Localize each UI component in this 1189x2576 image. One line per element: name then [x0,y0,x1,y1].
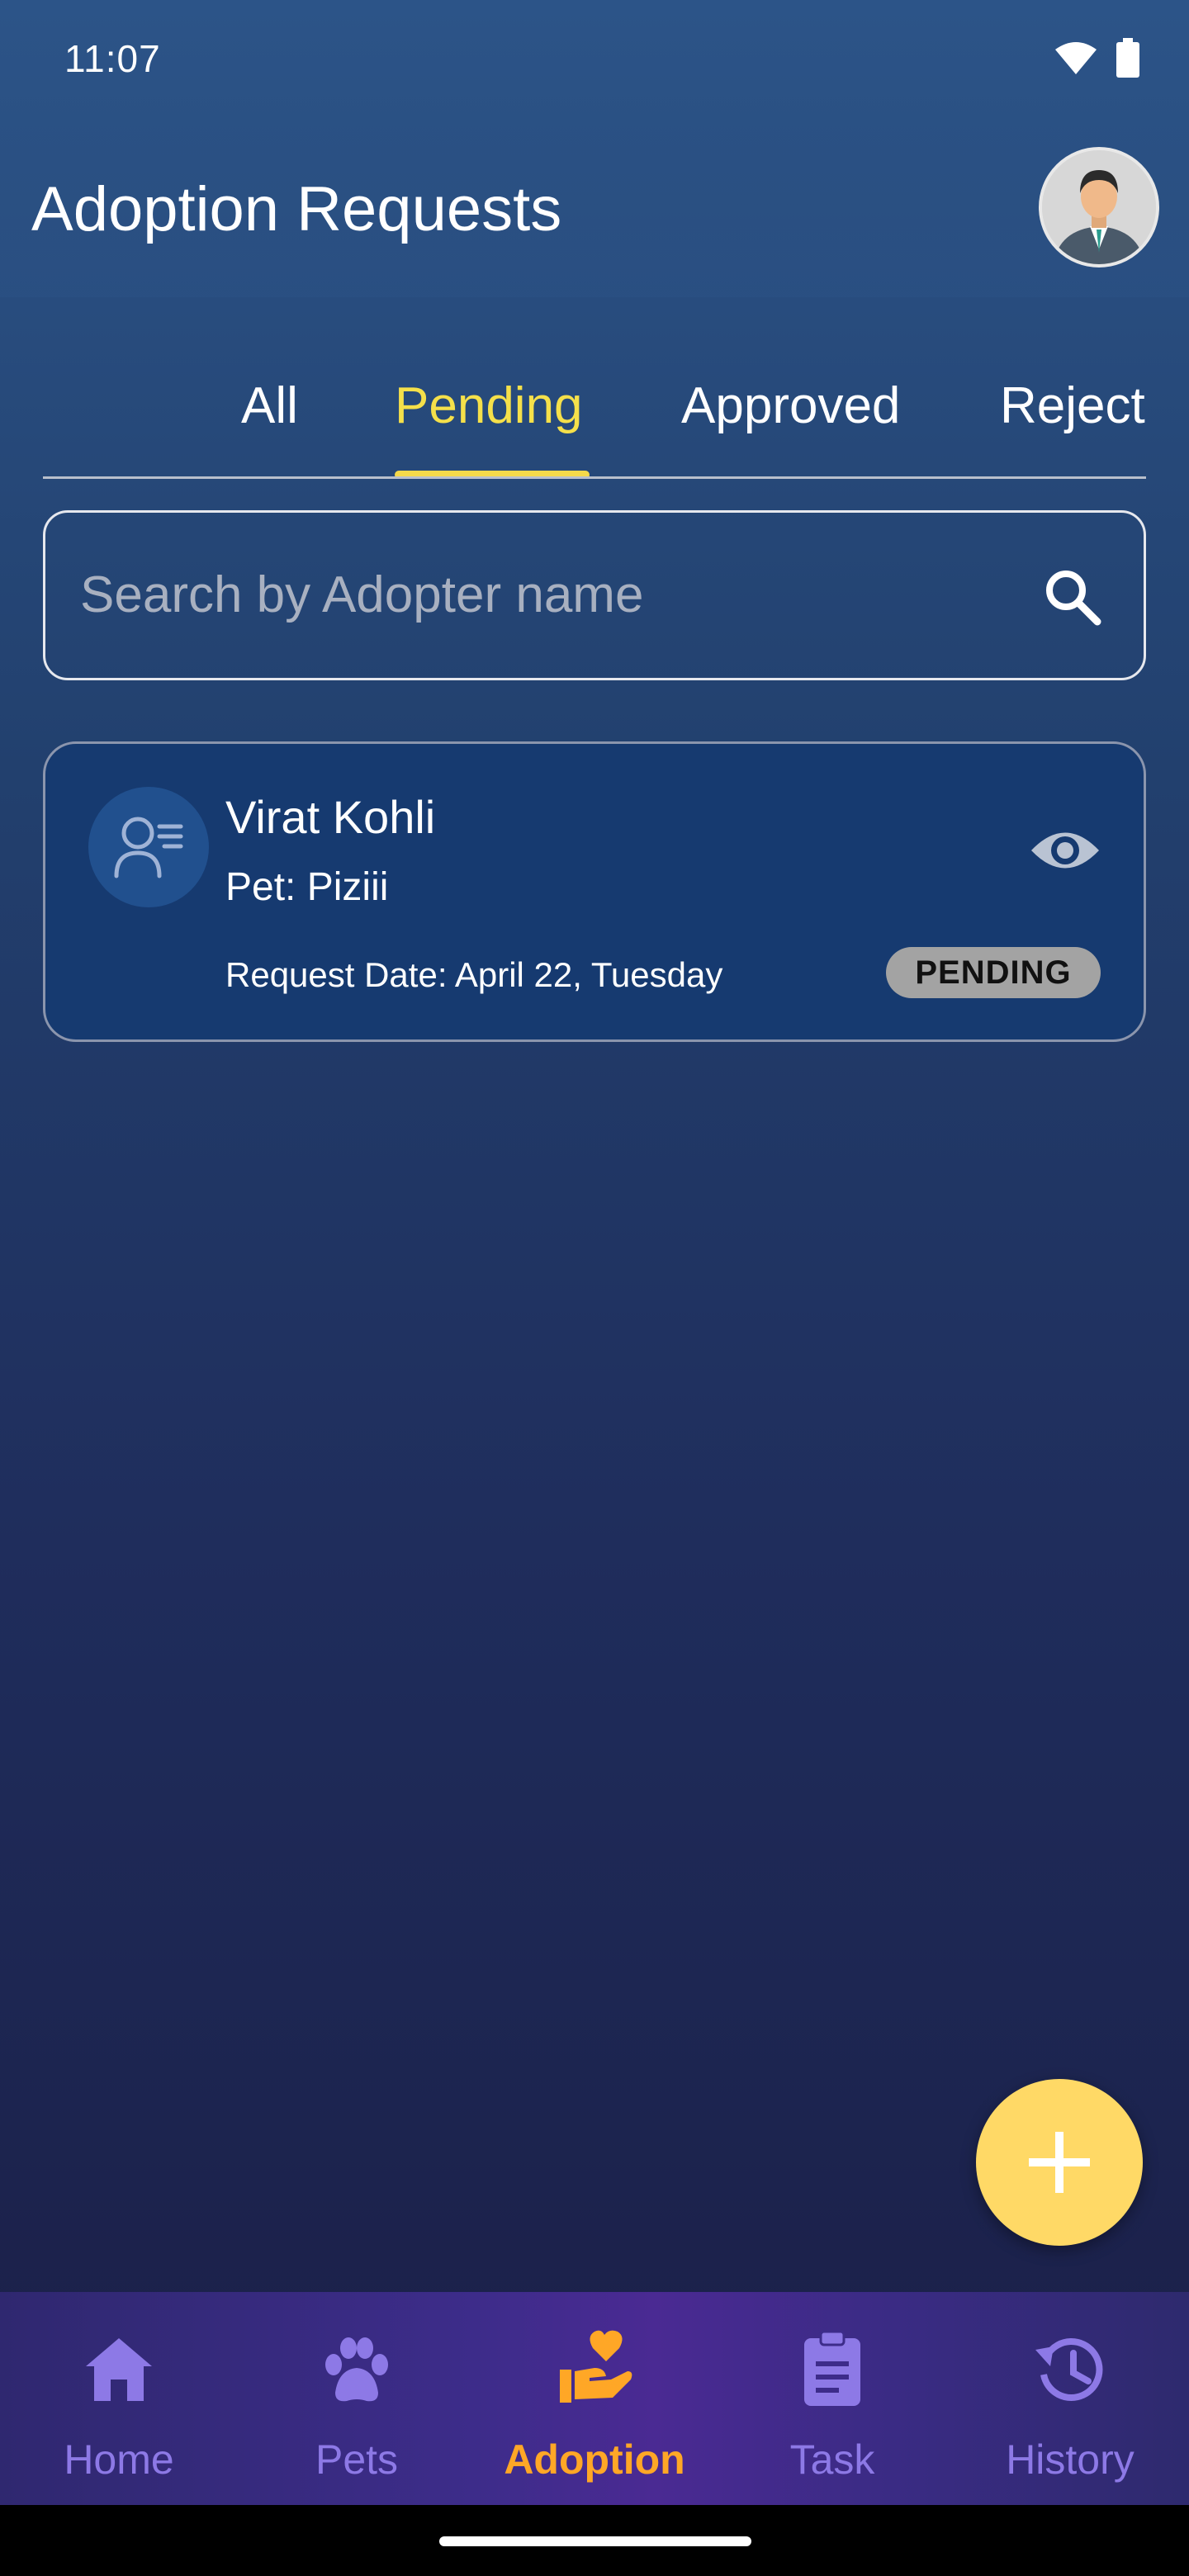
status-time: 11:07 [64,37,161,80]
add-request-button[interactable] [976,2079,1143,2246]
page-title: Adoption Requests [31,174,562,244]
home-icon [86,2338,152,2401]
app-header: Adoption Requests [0,124,1189,297]
tabs-divider [43,476,1146,479]
wifi-icon [1055,42,1097,74]
clipboard-icon [804,2330,860,2406]
system-nav-area [0,2505,1189,2576]
status-bar: 11:07 [0,0,1189,124]
gesture-handle[interactable] [439,2536,751,2546]
search-icon[interactable] [1041,566,1104,628]
status-badge: PENDING [886,947,1101,998]
hand-heart-icon [560,2330,632,2403]
status-icons [1054,38,1139,78]
nav-pets-label: Pets [315,2436,399,2483]
nav-pets[interactable]: Pets [238,2328,476,2493]
user-avatar-icon [1042,150,1156,264]
search-input[interactable]: Search by Adopter name [80,566,643,624]
nav-history-label: History [1006,2436,1135,2483]
history-icon [1035,2338,1103,2402]
nav-adoption[interactable]: Adoption [476,2328,713,2493]
pet-name: Pet: Piziii [225,865,389,909]
search-field[interactable]: Search by Adopter name [43,510,1146,680]
nav-adoption-label: Adoption [504,2436,685,2483]
tab-pending[interactable]: Pending [395,376,583,435]
person-list-icon [114,817,183,878]
nav-home-label: Home [64,2436,174,2483]
request-date: Request Date: April 22, Tuesday [225,955,723,994]
plus-icon [1029,2132,1090,2193]
tab-reject[interactable]: Reject [1000,376,1145,435]
eye-icon[interactable] [1028,823,1102,878]
battery-icon [1116,38,1139,78]
paw-icon [325,2337,388,2402]
nav-history[interactable]: History [951,2328,1189,2493]
adopter-avatar [88,787,209,907]
profile-avatar[interactable] [1039,147,1159,268]
nav-task-label: Task [789,2436,875,2483]
bottom-nav: Home Pets Adoption Task History [0,2292,1189,2505]
tab-all[interactable]: All [241,376,298,435]
request-card[interactable]: Virat Kohli Pet: Piziii Request Date: Ap… [43,741,1146,1042]
tab-approved[interactable]: Approved [681,376,900,435]
adopter-name: Virat Kohli [225,791,436,843]
nav-task[interactable]: Task [713,2328,951,2493]
status-tabs: All Pending Approved Reject [43,347,1146,479]
nav-home[interactable]: Home [0,2328,238,2493]
